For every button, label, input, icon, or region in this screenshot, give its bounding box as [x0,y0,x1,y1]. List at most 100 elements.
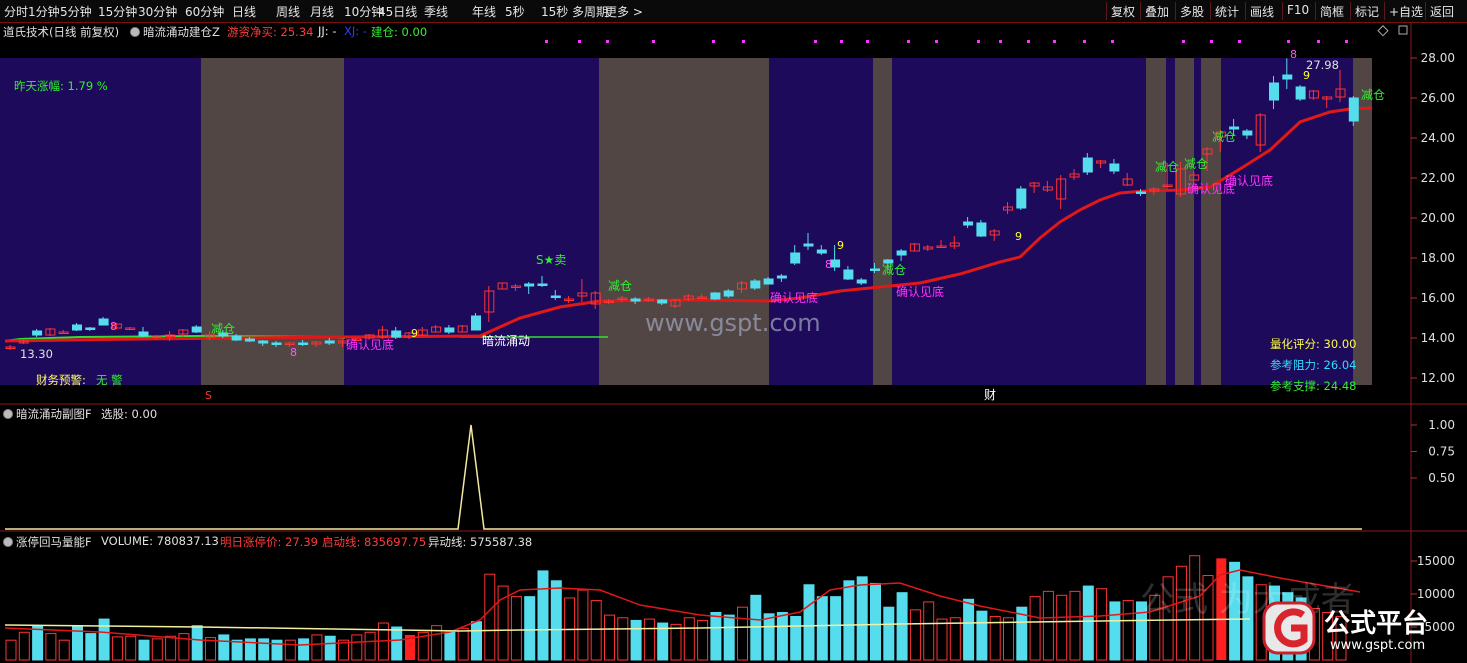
eight-count-label: 8 [1290,48,1297,61]
volume-bar [524,596,536,661]
volume-bar [830,596,842,661]
xj-label: XJ: - [344,24,367,38]
volume-bar [364,631,376,661]
indicator-title[interactable]: 暗流涌动建仓Z [130,24,220,40]
candle-body [1295,86,1306,100]
volume-bar [1069,590,1081,661]
candle-body [298,342,309,345]
gspt-logo: 公式平台 www.gspt.com [1262,600,1452,656]
volume-bar [1096,588,1108,661]
vol-y-tick-label: 10000 [1417,587,1455,601]
signal-dot [999,40,1002,43]
candle-body [630,298,641,302]
volume-bar [723,614,735,661]
volume-bar [936,618,948,661]
watermark: www.gspt.com [645,309,821,337]
signal-dot [712,40,715,43]
volume-label: VOLUME: 780837.13 [101,534,219,548]
signal-dot [578,40,581,43]
support: 参考支撑: 24.48 [1270,379,1357,393]
volume-bar [351,634,363,661]
candle-body [1229,126,1240,130]
signal-dot [1053,40,1056,43]
resistance: 参考阻力: 26.04 [1270,358,1357,372]
candle-body [32,330,43,336]
volume-bar [32,625,44,661]
volume-bar [909,609,921,661]
volume-bar [537,570,549,661]
volume-bar [45,633,57,661]
finance-warning-label: 财务预警: [36,373,86,387]
gear-icon[interactable] [3,537,13,547]
signal-dot [1345,40,1348,43]
volume-bar [577,589,589,661]
candle-body [963,221,974,226]
confirm-bottom-label: 确认见底 [896,284,944,299]
volume-bar [1056,594,1068,661]
volume-bar [803,584,815,661]
sell-signal-label: S★卖 [536,253,566,267]
candle-body [72,324,82,331]
volume-bar [643,618,655,661]
volume-bar [1042,590,1054,661]
gear-icon[interactable] [130,27,140,37]
volume-bar [324,635,336,661]
candle-body [1282,74,1293,80]
vol-y-tick-label: 15000 [1417,554,1455,568]
signal-dot [1287,40,1290,43]
signal-dot [977,40,980,43]
volume-bar [1029,596,1041,661]
volume-bar [1122,600,1134,661]
volume-bar [683,617,695,661]
y-tick-label: 16.00 [1421,291,1455,305]
start-line-label: 启动线: 835697.75 [322,535,427,549]
logo-url: www.gspt.com [1330,638,1426,653]
volume-bar [391,626,403,661]
gray-zone [873,58,892,385]
volume-bar [963,598,975,661]
signal-dot [606,40,609,43]
candle-body [231,335,242,341]
volume-bar [949,617,961,661]
volume-bar [85,633,97,661]
candle-body [271,342,282,345]
candle-body [324,340,335,344]
signal-dot [935,40,938,43]
y-tick-label: 20.00 [1421,211,1455,225]
candle-body [750,280,761,289]
signal-dot [840,40,843,43]
candle-body [550,295,561,298]
volume-bar [697,619,709,661]
volume-bar [590,600,602,661]
limit-price-label: 明日涨停价: 27.39 [220,535,318,549]
reduce-position-label: 减仓 [608,279,632,293]
hot-money-label: 游资净买: 25.34 [227,25,314,39]
candle-body [244,338,255,342]
signal-dot [1083,40,1086,43]
volume-bar [98,618,110,661]
candle-body [138,331,149,337]
s-marker-label: S [205,389,212,402]
volume-bar [58,639,70,661]
gray-zone [1146,58,1166,385]
volume-bar [18,631,30,661]
confirm-bottom-label: 确认见底 [1225,173,1273,188]
candle-body [1269,82,1279,101]
volume-bar [457,627,469,661]
volume-bar [1003,617,1014,661]
reduce-position-label: 减仓 [1184,157,1208,171]
gear-icon[interactable] [3,409,13,419]
volume-bar [444,631,456,661]
stock-title: 道氏技术(日线 前复权) [3,25,120,39]
sub-y-tick-label: 1.00 [1428,418,1455,432]
volume-bar [843,580,855,661]
candle-body [816,249,827,254]
volume-bar [617,617,629,661]
sub-panel-title[interactable]: 暗流涌动副图F [3,406,92,422]
candle-body [870,268,880,271]
volume-bar [5,639,17,661]
volume-panel-title[interactable]: 涨停回马量能F [3,534,92,550]
signal-dot [545,40,548,43]
jj-label: JJ: - [318,24,337,38]
sub-panel-name: 暗流涌动副图F [16,407,92,421]
